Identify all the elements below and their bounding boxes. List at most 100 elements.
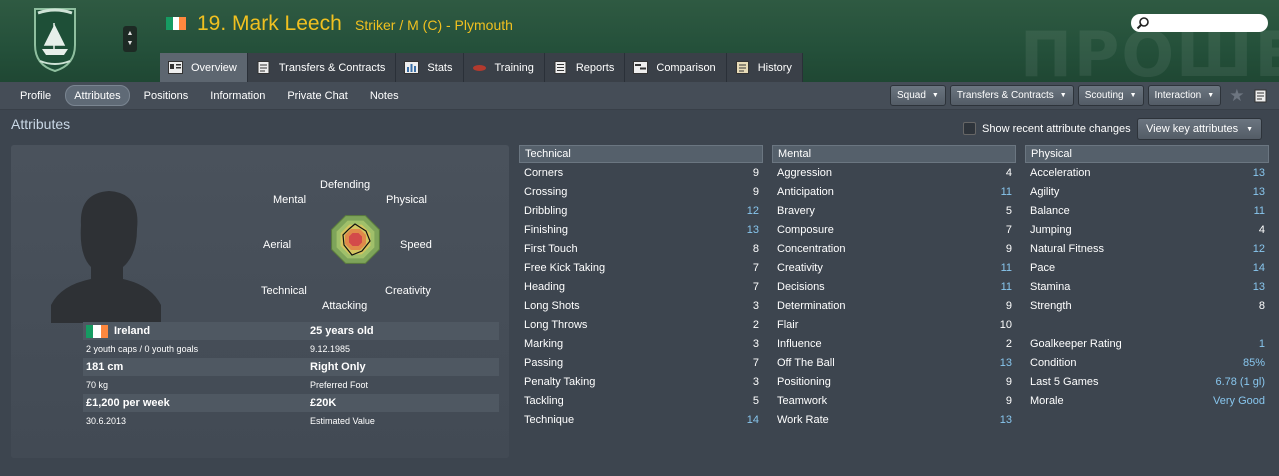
player-silhouette-icon	[51, 191, 161, 323]
tab-history[interactable]: History	[726, 53, 803, 82]
attribute-row[interactable]: Technique 14	[519, 410, 763, 429]
weight: 70 kg	[86, 380, 109, 390]
search-icon	[1136, 17, 1149, 30]
physical-attributes: Physical Acceleration 13 Agility 13 Balance 1…	[1025, 145, 1269, 410]
dropdown-label: Squad	[897, 90, 926, 101]
attribute-row[interactable]: Anticipation 11	[772, 182, 1016, 201]
attribute-value: 6.78 (1 gl)	[1215, 375, 1265, 388]
attribute-row[interactable]: Finishing 13	[519, 220, 763, 239]
training-icon	[472, 65, 486, 71]
tab-transfers-contracts[interactable]: Transfers & Contracts	[247, 53, 397, 82]
attribute-row[interactable]: Concentration 9	[772, 239, 1016, 258]
attribute-value: Very Good	[1213, 394, 1265, 407]
attribute-row[interactable]: Creativity 11	[772, 258, 1016, 277]
tab-label: Comparison	[656, 61, 716, 74]
attribute-row[interactable]	[1025, 315, 1269, 334]
show-recent-checkbox[interactable]	[963, 122, 976, 135]
attribute-row[interactable]: Balance 11	[1025, 201, 1269, 220]
club-crest-icon[interactable]	[32, 5, 78, 73]
attribute-value: 85%	[1242, 356, 1265, 369]
radar-label-technical: Technical	[261, 285, 307, 297]
attribute-row[interactable]: Composure 7	[772, 220, 1016, 239]
attribute-row[interactable]: Jumping 4	[1025, 220, 1269, 239]
attribute-value: 12	[1252, 242, 1265, 255]
subnav-attributes[interactable]: Attributes	[65, 85, 130, 106]
nationality[interactable]: Ireland	[114, 325, 150, 337]
star-icon[interactable]: ★	[1229, 86, 1244, 106]
attribute-row[interactable]: Morale Very Good	[1025, 391, 1269, 410]
attribute-name: Long Shots	[524, 299, 580, 312]
arrow-up-icon[interactable]: ▲	[127, 29, 134, 39]
attribute-value: 7	[1005, 223, 1012, 236]
subnav-notes[interactable]: Notes	[362, 85, 407, 106]
attribute-row[interactable]: Pace 14	[1025, 258, 1269, 277]
subnav-profile[interactable]: Profile	[12, 85, 59, 106]
info-row: 70 kg Preferred Foot	[83, 376, 499, 394]
subnav-private-chat[interactable]: Private Chat	[279, 85, 356, 106]
subnav-positions[interactable]: Positions	[136, 85, 197, 106]
attribute-row[interactable]: Work Rate 13	[772, 410, 1016, 429]
tab-training[interactable]: Training	[463, 53, 545, 82]
attribute-row[interactable]: Strength 8	[1025, 296, 1269, 315]
attribute-row[interactable]: Off The Ball 13	[772, 353, 1016, 372]
attribute-row[interactable]: Heading 7	[519, 277, 763, 296]
view-key-attributes-button[interactable]: View key attributes ▼	[1137, 118, 1263, 140]
attribute-row[interactable]: Positioning 9	[772, 372, 1016, 391]
attribute-name: Passing	[524, 356, 564, 369]
attribute-row[interactable]: Aggression 4	[772, 163, 1016, 182]
scouting-dropdown[interactable]: Scouting ▼	[1077, 85, 1144, 106]
attribute-value: 8	[752, 242, 759, 255]
radar-label-physical: Physical	[386, 194, 427, 206]
notes-menu-icon[interactable]	[1254, 89, 1268, 103]
transfers-contracts-dropdown[interactable]: Transfers & Contracts ▼	[949, 85, 1074, 106]
search-input[interactable]	[1131, 14, 1268, 32]
attribute-row[interactable]: Stamina 13	[1025, 277, 1269, 296]
attribute-row[interactable]: Free Kick Taking 7	[519, 258, 763, 277]
arrow-down-icon[interactable]: ▼	[127, 39, 134, 49]
tab-overview[interactable]: Overview	[160, 53, 248, 82]
attribute-row[interactable]: Natural Fitness 12	[1025, 239, 1269, 258]
attribute-row[interactable]: Agility 13	[1025, 182, 1269, 201]
attribute-row[interactable]: Teamwork 9	[772, 391, 1016, 410]
attribute-row[interactable]: Corners 9	[519, 163, 763, 182]
attribute-row[interactable]: Flair 10	[772, 315, 1016, 334]
attribute-value: 4	[1258, 223, 1265, 236]
attribute-value: 13	[999, 413, 1012, 426]
attribute-row[interactable]: Bravery 5	[772, 201, 1016, 220]
attribute-name: Creativity	[777, 261, 823, 274]
tab-label: Reports	[575, 61, 615, 74]
attribute-row[interactable]: Passing 7	[519, 353, 763, 372]
attribute-row[interactable]: Tackling 5	[519, 391, 763, 410]
tab-comparison[interactable]: Comparison	[625, 53, 727, 82]
tab-reports[interactable]: Reports	[544, 53, 626, 82]
attribute-value: 11	[1000, 280, 1012, 293]
attribute-row[interactable]: Penalty Taking 3	[519, 372, 763, 391]
attribute-row[interactable]: Influence 2	[772, 334, 1016, 353]
attribute-name: Crossing	[524, 185, 568, 198]
attribute-row[interactable]: Determination 9	[772, 296, 1016, 315]
attribute-row[interactable]: Crossing 9	[519, 182, 763, 201]
attribute-row[interactable]: Last 5 Games 6.78 (1 gl)	[1025, 372, 1269, 391]
tab-stats[interactable]: Stats	[396, 53, 464, 82]
sub-navigation-bar: Profile Attributes Positions Information…	[0, 82, 1279, 110]
attribute-row[interactable]: Long Throws 2	[519, 315, 763, 334]
wage: £1,200 per week	[86, 397, 170, 409]
attribute-row[interactable]: Dribbling 12	[519, 201, 763, 220]
attribute-row[interactable]: Decisions 11	[772, 277, 1016, 296]
attribute-row[interactable]: Goalkeeper Rating 1	[1025, 334, 1269, 353]
attribute-row[interactable]: Long Shots 3	[519, 296, 763, 315]
attribute-row[interactable]: Acceleration 13	[1025, 163, 1269, 182]
player-nav-arrows[interactable]: ▲ ▼	[123, 26, 137, 52]
show-recent-changes-toggle[interactable]: Show recent attribute changes	[963, 122, 1131, 135]
preferred-foot-label: Preferred Foot	[310, 380, 369, 390]
squad-dropdown[interactable]: Squad ▼	[890, 85, 946, 106]
attribute-value: 11	[1000, 185, 1012, 198]
info-row: £1,200 per week £20K	[83, 394, 499, 412]
attribute-row[interactable]: Condition 85%	[1025, 353, 1269, 372]
attribute-name: Heading	[524, 280, 565, 293]
attribute-row[interactable]: Marking 3	[519, 334, 763, 353]
interaction-dropdown[interactable]: Interaction ▼	[1147, 85, 1222, 106]
attribute-row[interactable]: First Touch 8	[519, 239, 763, 258]
attribute-value: 3	[752, 299, 759, 312]
subnav-information[interactable]: Information	[202, 85, 273, 106]
